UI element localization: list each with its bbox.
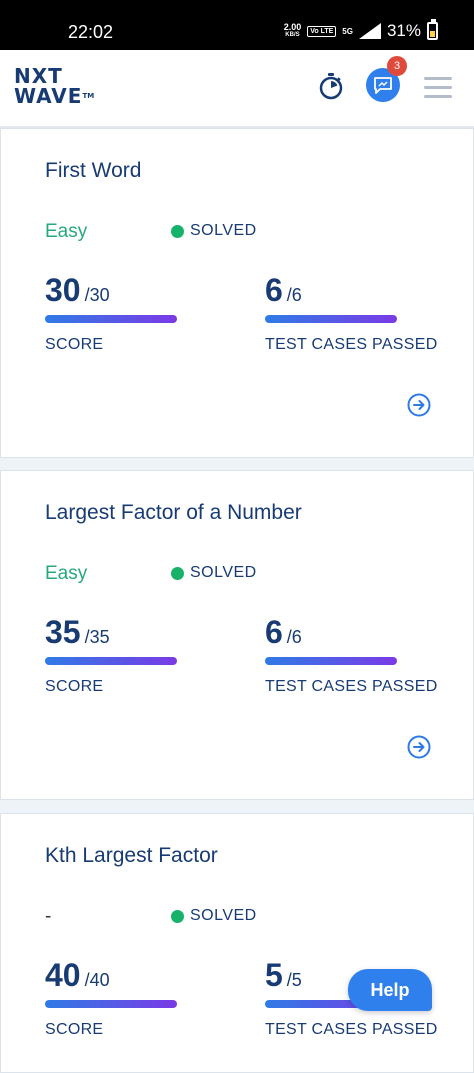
score-total: /40 [84, 970, 110, 990]
battery-percent: 31% [386, 21, 421, 40]
score-total: /35 [84, 627, 110, 647]
score-label: SCORE [45, 678, 104, 695]
problem-title: First Word [45, 159, 142, 182]
volte-icon: Vo LTE [307, 25, 337, 37]
network-speed-value: 2.00 [283, 22, 302, 32]
status-text: SOLVED [190, 222, 257, 239]
logo-line-1: NXT [14, 64, 63, 88]
status-badge: SOLVED [171, 907, 257, 925]
solved-dot-icon [171, 909, 184, 923]
test-cases-value: 6 /6 [265, 272, 302, 309]
score-label: SCORE [45, 1021, 104, 1038]
test-cases-label: TEST CASES PASSED [265, 1021, 438, 1038]
score-progress-bar [45, 315, 177, 323]
status-badge: SOLVED [171, 564, 257, 582]
difficulty-label: - [45, 906, 52, 927]
test-cases-progress-bar [265, 315, 397, 323]
score-value: 40 /40 [45, 957, 110, 994]
status-bar: 22:02 2.00 KB/S Vo LTE 5G 31% [0, 0, 474, 50]
test-cases-number: 6 [265, 272, 283, 308]
problem-card[interactable]: Largest Factor of a Number Easy SOLVED 3… [0, 470, 474, 800]
battery-icon [427, 19, 438, 40]
test-cases-total: /6 [286, 285, 302, 305]
problem-card[interactable]: First Word Easy SOLVED 30 /30 SCORE 6 /6… [0, 128, 474, 458]
status-text: SOLVED [190, 907, 257, 924]
score-value: 35 /35 [45, 614, 110, 651]
score-total: /30 [84, 285, 110, 305]
score-number: 30 [45, 272, 81, 308]
chat-icon [374, 77, 392, 94]
test-cases-progress-bar [265, 657, 397, 665]
test-cases-value: 5 /5 [265, 957, 302, 994]
score-number: 40 [45, 957, 81, 993]
logo-line-2: WAVETM [14, 86, 106, 106]
test-cases-label: TEST CASES PASSED [265, 336, 438, 353]
test-cases-total: /6 [286, 627, 302, 647]
help-button[interactable]: Help [348, 969, 432, 1011]
hamburger-menu-icon[interactable] [424, 77, 452, 98]
score-progress-bar [45, 1000, 177, 1008]
problem-card[interactable]: Kth Largest Factor - SOLVED 40 /40 SCORE… [0, 813, 474, 1073]
problem-title: Largest Factor of a Number [45, 501, 302, 524]
signal-icon [358, 23, 381, 39]
status-icons: 2.00 KB/S Vo LTE 5G 31% [284, 19, 438, 41]
status-time: 22:02 [68, 22, 114, 42]
arrow-right-circle-icon[interactable] [407, 393, 431, 417]
nxtwave-logo[interactable]: NXT WAVETM [14, 66, 106, 110]
score-progress-bar [45, 657, 177, 665]
score-number: 35 [45, 614, 81, 650]
score-label: SCORE [45, 336, 104, 353]
network-type: 5G [342, 26, 353, 36]
difficulty-label: Easy [45, 563, 88, 584]
solved-dot-icon [171, 224, 184, 238]
difficulty-label: Easy [45, 221, 88, 242]
test-cases-total: /5 [286, 970, 302, 990]
test-cases-number: 6 [265, 614, 283, 650]
network-speed-unit: KB/S [285, 32, 300, 38]
logo-tm: TM [82, 92, 95, 100]
stopwatch-icon[interactable] [319, 72, 343, 100]
score-value: 30 /30 [45, 272, 110, 309]
status-text: SOLVED [190, 564, 257, 581]
status-badge: SOLVED [171, 222, 257, 240]
test-cases-number: 5 [265, 957, 283, 993]
network-speed: 2.00 KB/S [284, 23, 302, 39]
solved-dot-icon [171, 566, 184, 580]
logo-wave: WAVE [14, 84, 83, 108]
test-cases-label: TEST CASES PASSED [265, 678, 438, 695]
problem-title: Kth Largest Factor [45, 844, 218, 867]
test-cases-value: 6 /6 [265, 614, 302, 651]
arrow-right-circle-icon[interactable] [407, 735, 431, 759]
notification-badge: 3 [387, 56, 407, 76]
